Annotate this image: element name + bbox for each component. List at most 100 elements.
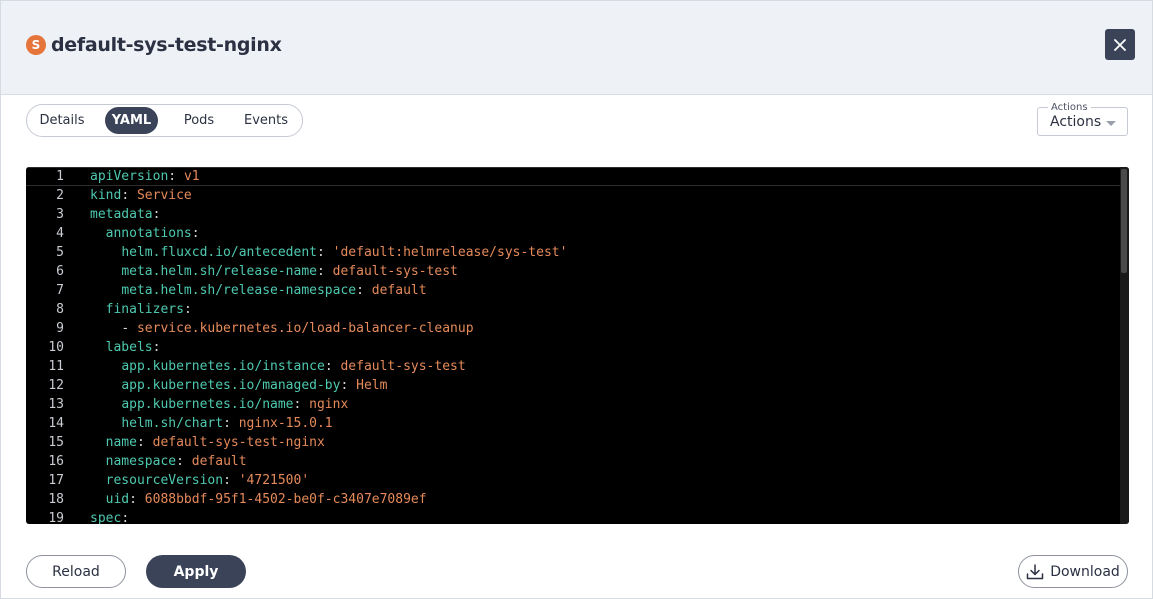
yaml-editor[interactable]: 1 apiVersion: v1 2 kind: Service 3 metadata: 4… <box>26 167 1129 524</box>
actions-dropdown[interactable]: Actions Actions <box>1037 102 1128 136</box>
service-kind-badge: S <box>26 35 46 55</box>
yaml-value: default-sys-test <box>340 359 466 374</box>
close-button[interactable] <box>1105 29 1135 60</box>
panel-header: S default-sys-test-nginx <box>1 1 1152 95</box>
tab-pods[interactable]: Pods <box>173 107 225 134</box>
line-number: 12 <box>48 378 64 393</box>
line-code: name: default-sys-test-nginx <box>90 433 325 452</box>
tab-details[interactable]: Details <box>30 107 94 134</box>
line-code: apiVersion: v1 <box>90 168 200 185</box>
yaml-key: uid <box>105 492 130 507</box>
line-number: 3 <box>56 207 64 222</box>
editor-line[interactable]: 6 meta.helm.sh/release-name: default-sys… <box>26 262 1120 281</box>
title-wrap: S default-sys-test-nginx <box>26 34 282 56</box>
yaml-value: Service <box>136 188 192 203</box>
tab-events[interactable]: Events <box>235 107 297 134</box>
yaml-punct: : <box>340 378 357 393</box>
line-number: 17 <box>48 473 64 488</box>
page-title: default-sys-test-nginx <box>51 34 282 56</box>
yaml-punct: : <box>168 169 184 184</box>
download-label: Download <box>1050 563 1120 580</box>
editor-line[interactable]: 11 app.kubernetes.io/instance: default-s… <box>26 357 1120 376</box>
caret-down-icon <box>1106 121 1116 126</box>
line-number: 10 <box>48 340 64 355</box>
yaml-key: app.kubernetes.io/managed-by <box>121 378 341 393</box>
line-code: resourceVersion: '4721500' <box>90 471 310 490</box>
yaml-value: default <box>191 454 247 469</box>
yaml-key: kind <box>90 188 122 203</box>
yaml-punct: : <box>136 435 153 450</box>
editor-scrollbar-thumb[interactable] <box>1121 169 1127 273</box>
line-number: 4 <box>56 226 64 241</box>
editor-line[interactable]: 5 helm.fluxcd.io/antecedent: 'default:he… <box>26 243 1120 262</box>
yaml-punct: : <box>223 473 239 488</box>
yaml-value: Helm <box>356 378 388 393</box>
editor-line[interactable]: 13 app.kubernetes.io/name: nginx <box>26 395 1120 414</box>
actions-legend: Actions <box>1048 102 1091 113</box>
apply-button[interactable]: Apply <box>146 555 246 588</box>
editor-line[interactable]: 10 labels: <box>26 338 1120 357</box>
yaml-value: nginx-15.0.1 <box>238 416 333 431</box>
line-number: 9 <box>56 321 64 336</box>
line-number: 8 <box>56 302 64 317</box>
editor-line[interactable]: 9 - service.kubernetes.io/load-balancer-… <box>26 319 1120 338</box>
yaml-punct: : <box>121 188 137 203</box>
editor-line[interactable]: 12 app.kubernetes.io/managed-by: Helm <box>26 376 1120 395</box>
line-code: labels: <box>90 338 161 357</box>
tab-yaml[interactable]: YAML <box>105 107 158 134</box>
editor-scrollbar[interactable] <box>1120 167 1129 524</box>
editor-line[interactable]: 16 namespace: default <box>26 452 1120 471</box>
editor-line[interactable]: 3 metadata: <box>26 205 1120 224</box>
editor-line[interactable]: 18 uid: 6088bbdf-95f1-4502-be0f-c3407e70… <box>26 490 1120 509</box>
yaml-punct: : <box>223 416 239 431</box>
line-code: metadata: <box>90 205 160 224</box>
line-code: helm.sh/chart: nginx-15.0.1 <box>90 414 333 433</box>
editor-line[interactable]: 17 resourceVersion: '4721500' <box>26 471 1120 490</box>
yaml-key: app.kubernetes.io/instance <box>121 359 325 374</box>
yaml-key: finalizers <box>105 302 184 317</box>
yaml-value: default <box>371 283 427 298</box>
editor-line[interactable]: 7 meta.helm.sh/release-namespace: defaul… <box>26 281 1120 300</box>
yaml-key: annotations <box>105 226 192 241</box>
actions-selected-value: Actions <box>1050 114 1102 130</box>
line-number: 13 <box>48 397 64 412</box>
editor-line[interactable]: 1 apiVersion: v1 <box>26 167 1120 186</box>
yaml-key: spec <box>90 511 122 524</box>
resource-panel: S default-sys-test-nginx Details YAML Po… <box>0 0 1153 599</box>
editor-line[interactable]: 4 annotations: <box>26 224 1120 243</box>
download-icon <box>1026 563 1044 579</box>
download-button[interactable]: Download <box>1018 555 1128 588</box>
yaml-punct: : <box>152 207 161 222</box>
line-code: meta.helm.sh/release-namespace: default <box>90 281 427 300</box>
reload-button[interactable]: Reload <box>26 555 126 588</box>
yaml-key: helm.sh/chart <box>121 416 224 431</box>
yaml-key: metadata <box>90 207 153 222</box>
yaml-key: resourceVersion <box>105 473 224 488</box>
line-code: app.kubernetes.io/instance: default-sys-… <box>90 357 466 376</box>
yaml-punct: : <box>152 340 161 355</box>
editor-line[interactable]: 19 spec: <box>26 509 1120 524</box>
line-code: meta.helm.sh/release-name: default-sys-t… <box>90 262 458 281</box>
yaml-value: 'default:helmrelease/sys-test' <box>332 245 568 260</box>
editor-line[interactable]: 2 kind: Service <box>26 186 1120 205</box>
yaml-key: apiVersion <box>90 169 169 184</box>
yaml-key: name <box>105 435 137 450</box>
editor-line[interactable]: 15 name: default-sys-test-nginx <box>26 433 1120 452</box>
editor-line[interactable]: 14 helm.sh/chart: nginx-15.0.1 <box>26 414 1120 433</box>
line-code: - service.kubernetes.io/load-balancer-cl… <box>90 319 473 338</box>
editor-line[interactable]: 8 finalizers: <box>26 300 1120 319</box>
yaml-value: '4721500' <box>238 473 310 488</box>
yaml-value: v1 <box>183 169 200 184</box>
line-code: kind: Service <box>90 186 192 205</box>
line-code: app.kubernetes.io/name: nginx <box>90 395 348 414</box>
